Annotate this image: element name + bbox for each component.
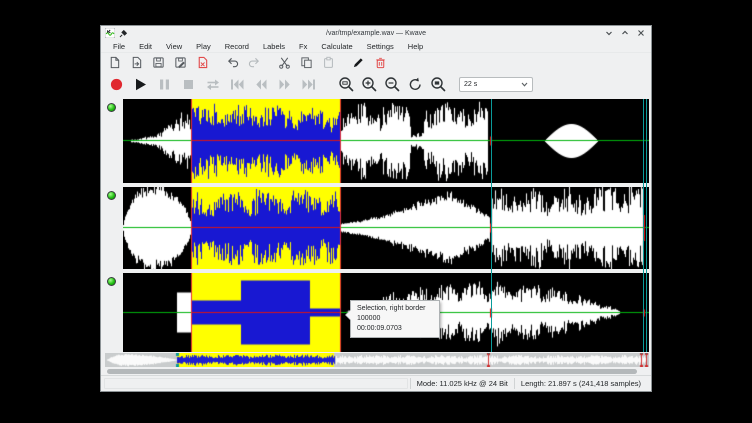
stop-icon[interactable] bbox=[179, 75, 198, 94]
menu-play[interactable]: Play bbox=[189, 42, 218, 51]
copy-icon[interactable] bbox=[299, 55, 314, 70]
close-icon[interactable] bbox=[636, 28, 646, 38]
titlebar[interactable]: /var/tmp/example.wav — Kwave bbox=[101, 26, 651, 40]
status-mode: Mode: 11.025 kHz @ 24 Bit bbox=[410, 378, 514, 389]
track-2-waveform[interactable] bbox=[123, 187, 649, 269]
status-length: Length: 21.897 s (241,418 samples) bbox=[514, 378, 647, 389]
zoom-revert-icon[interactable] bbox=[406, 75, 425, 94]
edit-pencil-icon[interactable] bbox=[351, 55, 366, 70]
file-open-icon[interactable] bbox=[129, 55, 144, 70]
delete-icon[interactable] bbox=[373, 55, 388, 70]
redo-icon[interactable] bbox=[247, 55, 262, 70]
track-1-gutter bbox=[101, 99, 123, 183]
menu-calculate[interactable]: Calculate bbox=[314, 42, 359, 51]
track-3-gutter bbox=[101, 273, 123, 352]
tooltip-line-3: 00:00:09.0703 bbox=[357, 324, 433, 334]
pause-icon[interactable] bbox=[155, 75, 174, 94]
zoom-level-select[interactable]: 22 s bbox=[459, 77, 533, 92]
signal-view: Selection, right border 100000 00:00:09.… bbox=[101, 97, 651, 353]
label-marker-line[interactable] bbox=[491, 99, 492, 352]
end-marker-line[interactable] bbox=[643, 99, 644, 352]
record-icon[interactable] bbox=[107, 75, 126, 94]
menu-record[interactable]: Record bbox=[218, 42, 256, 51]
undo-icon[interactable] bbox=[225, 55, 240, 70]
statusbar-spacer bbox=[104, 378, 408, 389]
end-marker-line[interactable] bbox=[646, 99, 647, 352]
window-title: /var/tmp/example.wav — Kwave bbox=[101, 30, 651, 37]
scrollbar-thumb[interactable] bbox=[107, 369, 637, 374]
menu-fx[interactable]: Fx bbox=[292, 42, 314, 51]
track-2-gutter bbox=[101, 187, 123, 269]
zoom-out-icon[interactable] bbox=[383, 75, 402, 94]
menu-file[interactable]: File bbox=[106, 42, 132, 51]
main-toolbar bbox=[101, 53, 651, 72]
menu-view[interactable]: View bbox=[159, 42, 189, 51]
menu-labels[interactable]: Labels bbox=[256, 42, 292, 51]
zoom-level-value: 22 s bbox=[464, 81, 521, 88]
file-save-as-icon[interactable] bbox=[173, 55, 188, 70]
tooltip-line-1: Selection, right border bbox=[357, 304, 433, 314]
track-1-led-icon[interactable] bbox=[107, 103, 116, 112]
minimize-icon[interactable] bbox=[604, 28, 614, 38]
skip-start-icon[interactable] bbox=[227, 75, 246, 94]
menubar: File Edit View Play Record Labels Fx Cal… bbox=[101, 40, 651, 53]
file-save-icon[interactable] bbox=[151, 55, 166, 70]
play-icon[interactable] bbox=[131, 75, 150, 94]
track-3-led-icon[interactable] bbox=[107, 277, 116, 286]
playback-toolbar: 22 s bbox=[101, 72, 651, 97]
maximize-icon[interactable] bbox=[620, 28, 630, 38]
zoom-all-icon[interactable] bbox=[429, 75, 448, 94]
track-2-led-icon[interactable] bbox=[107, 191, 116, 200]
forward-icon[interactable] bbox=[275, 75, 294, 94]
chevron-down-icon bbox=[521, 82, 528, 87]
menu-edit[interactable]: Edit bbox=[132, 42, 159, 51]
tooltip-line-2: 100000 bbox=[357, 314, 433, 324]
selection-tooltip: Selection, right border 100000 00:00:09.… bbox=[350, 300, 440, 338]
overview-bar[interactable] bbox=[105, 353, 649, 367]
overview-wrap bbox=[101, 353, 651, 367]
kwave-window: /var/tmp/example.wav — Kwave File Edit V… bbox=[100, 25, 652, 392]
menu-settings[interactable]: Settings bbox=[360, 42, 401, 51]
zoom-in-icon[interactable] bbox=[360, 75, 379, 94]
scrollbar-track[interactable] bbox=[101, 367, 651, 375]
skip-end-icon[interactable] bbox=[299, 75, 318, 94]
loop-icon[interactable] bbox=[203, 75, 222, 94]
file-new-icon[interactable] bbox=[107, 55, 122, 70]
zoom-selection-icon[interactable] bbox=[337, 75, 356, 94]
file-close-icon[interactable] bbox=[195, 55, 210, 70]
rewind-icon[interactable] bbox=[251, 75, 270, 94]
track-1-waveform[interactable] bbox=[123, 99, 649, 183]
paste-icon[interactable] bbox=[321, 55, 336, 70]
cut-icon[interactable] bbox=[277, 55, 292, 70]
track-row-1 bbox=[101, 99, 651, 183]
statusbar: Mode: 11.025 kHz @ 24 Bit Length: 21.897… bbox=[101, 375, 651, 391]
menu-help[interactable]: Help bbox=[401, 42, 430, 51]
track-row-2 bbox=[101, 187, 651, 269]
